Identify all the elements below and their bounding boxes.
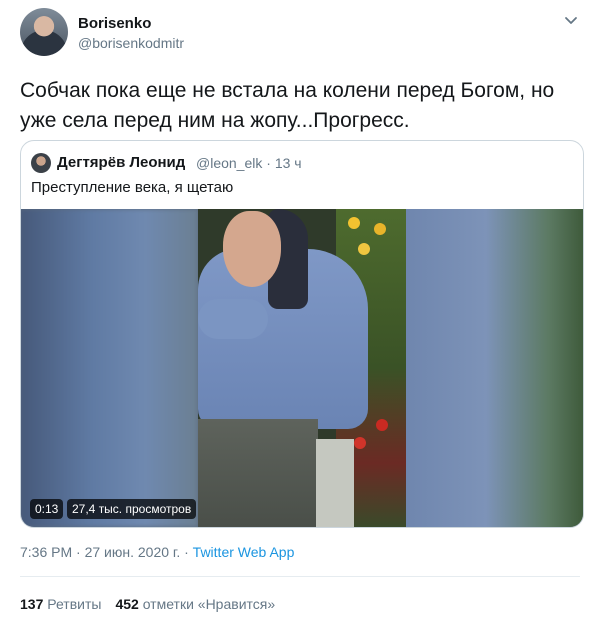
video-views: 27,4 тыс. просмотров [67, 499, 197, 519]
quoted-tweet-text: Преступление века, я щетаю [31, 179, 234, 196]
quoted-author-handle: @leon_elk [196, 155, 263, 171]
tweet-time[interactable]: 7:36 PM [20, 544, 72, 560]
video-player[interactable]: 0:13 27,4 тыс. просмотров [21, 209, 583, 527]
divider [20, 576, 580, 577]
author-name[interactable]: Borisenko [78, 15, 151, 32]
quoted-author-meta: @leon_elk · 13 ч [196, 155, 302, 171]
tweet-date[interactable]: 27 июн. 2020 г. [85, 544, 181, 560]
video-blur-right [406, 209, 583, 527]
tweet-header: Borisenko @borisenkodmitr [20, 8, 580, 58]
person-skirt [198, 419, 318, 527]
tweet-meta: 7:36 PM · 27 июн. 2020 г. · Twitter Web … [20, 544, 294, 560]
quoted-avatar[interactable] [31, 153, 51, 173]
tweet-stats: 137 Ретвиты 452 отметки «Нравится» [20, 596, 275, 612]
flower [354, 437, 366, 449]
retweets-stat[interactable]: 137 Ретвиты [20, 596, 101, 612]
quoted-author-name: Дегтярёв Леонид [57, 154, 186, 171]
meta-separator: · [180, 544, 193, 560]
flower [374, 223, 386, 235]
tweet-text: Собчак пока еще не встала на колени пере… [20, 79, 555, 132]
likes-label: отметки «Нравится» [142, 596, 276, 612]
likes-stat[interactable]: 452 отметки «Нравится» [115, 596, 275, 612]
person-face [223, 211, 281, 287]
video-blur-left [21, 209, 198, 527]
quoted-tweet-age: · 13 ч [266, 155, 302, 171]
flower [348, 217, 360, 229]
quoted-tweet[interactable]: Дегтярёв Леонид @leon_elk · 13 ч Преступ… [20, 140, 584, 528]
likes-count: 452 [115, 596, 139, 612]
chevron-down-icon[interactable] [562, 12, 580, 30]
video-frame [198, 209, 406, 527]
retweets-count: 137 [20, 596, 44, 612]
flower [376, 419, 388, 431]
video-duration: 0:13 [30, 499, 64, 519]
source-app-link[interactable]: Twitter Web App [193, 544, 295, 560]
person-arm [198, 299, 268, 339]
flower [358, 243, 370, 255]
tweet-card: Borisenko @borisenkodmitr Собчак пока ещ… [0, 0, 600, 622]
avatar[interactable] [20, 8, 68, 56]
author-handle[interactable]: @borisenkodmitr [78, 35, 184, 51]
retweets-label: Ретвиты [47, 596, 102, 612]
stone-border [316, 439, 354, 527]
meta-separator: · [72, 544, 85, 560]
